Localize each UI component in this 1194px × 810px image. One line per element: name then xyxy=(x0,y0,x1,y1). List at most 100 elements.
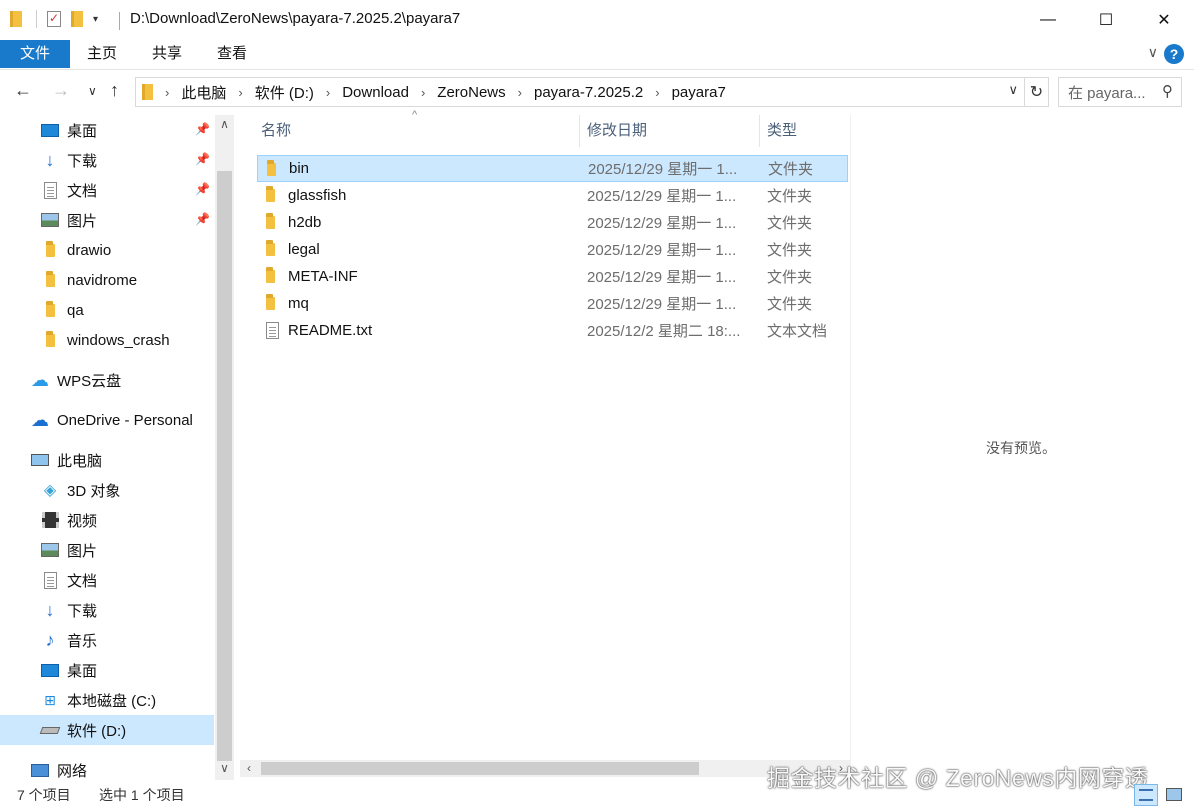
file-name: bin xyxy=(289,160,310,177)
horizontal-scrollbar-thumb[interactable] xyxy=(261,762,699,775)
breadcrumb-zeronews[interactable]: ZeroNews xyxy=(437,84,505,101)
back-arrow-icon[interactable]: ← xyxy=(14,80,32,101)
sidebar-item-drawio[interactable]: drawio xyxy=(0,235,214,265)
large-icons-view-button[interactable] xyxy=(1162,784,1186,806)
file-name: legal xyxy=(288,241,320,258)
sidebar-item-qa[interactable]: qa xyxy=(0,295,214,325)
column-header-date[interactable]: 修改日期 xyxy=(587,115,647,147)
sidebar-item-label: 音乐 xyxy=(67,632,98,650)
search-placeholder: 在 payara... xyxy=(1068,84,1146,102)
folder-icon xyxy=(266,186,275,206)
scroll-up-icon[interactable]: ∧ xyxy=(215,117,234,131)
minimize-button[interactable]: — xyxy=(1019,0,1077,40)
address-bar[interactable]: › 此电脑 › 软件 (D:) › Download › ZeroNews › payar… xyxy=(135,77,1025,107)
refresh-icon[interactable]: ↻ xyxy=(1025,77,1049,107)
sidebar-item-label: 图片 xyxy=(67,542,98,560)
breadcrumb-chevron-icon[interactable]: › xyxy=(421,85,425,100)
sidebar-item-label: 本地磁盘 (C:) xyxy=(67,692,157,710)
desktop-icon xyxy=(40,121,60,139)
tab-home[interactable]: 主页 xyxy=(74,40,130,68)
breadcrumb-drive-d[interactable]: 软件 (D:) xyxy=(255,82,314,103)
sidebar-item-desktop[interactable]: 桌面 📌 xyxy=(0,115,214,145)
pin-icon: 📌 xyxy=(195,122,210,136)
up-arrow-icon[interactable]: ↑ xyxy=(110,80,119,101)
sidebar-item-drive-d[interactable]: 软件 (D:) xyxy=(0,715,214,745)
computer-icon xyxy=(30,451,50,469)
new-folder-icon[interactable] xyxy=(71,11,83,27)
file-name: META-INF xyxy=(288,268,358,285)
help-icon[interactable]: ? xyxy=(1164,44,1184,64)
sidebar-item-wps-cloud[interactable]: ☁ WPS云盘 xyxy=(0,365,214,395)
maximize-button[interactable]: ☐ xyxy=(1077,0,1135,40)
file-row[interactable]: README.txt 2025/12/2 星期二 18:... 文本文档 xyxy=(257,317,848,344)
sidebar-item-this-pc[interactable]: 此电脑 xyxy=(0,445,214,475)
file-row[interactable]: glassfish 2025/12/29 星期一 1... 文件夹 xyxy=(257,182,848,209)
scroll-down-icon[interactable]: ∨ xyxy=(215,761,234,775)
sidebar-item-onedrive[interactable]: ☁ OneDrive - Personal xyxy=(0,405,214,435)
breadcrumb-chevron-icon[interactable]: › xyxy=(655,85,659,100)
sidebar-item-music[interactable]: ♪ 音乐 xyxy=(0,625,214,655)
column-divider[interactable] xyxy=(579,115,580,147)
properties-icon[interactable]: ✓ xyxy=(47,11,61,27)
sidebar-item-downloads[interactable]: ↓ 下载 📌 xyxy=(0,145,214,175)
close-button[interactable]: ✕ xyxy=(1135,0,1193,40)
breadcrumb-chevron-icon[interactable]: › xyxy=(518,85,522,100)
details-view-button[interactable] xyxy=(1134,784,1158,806)
title-sep-1 xyxy=(36,10,37,28)
sidebar-item-drive-c[interactable]: ⊞ 本地磁盘 (C:) xyxy=(0,685,214,715)
file-type: 文件夹 xyxy=(767,188,813,205)
sidebar-item-downloads-pc[interactable]: ↓ 下载 xyxy=(0,595,214,625)
download-icon: ↓ xyxy=(45,599,55,620)
sidebar-item-label: 桌面 xyxy=(67,122,98,140)
column-divider[interactable] xyxy=(759,115,760,147)
sidebar-item-label: 图片 xyxy=(67,212,98,230)
recent-locations-chevron-icon[interactable]: ∨ xyxy=(88,84,97,98)
horizontal-scrollbar[interactable]: ‹ › xyxy=(240,760,850,777)
breadcrumb-download[interactable]: Download xyxy=(342,84,409,101)
drive-c-icon: ⊞ xyxy=(44,691,56,708)
file-row[interactable]: h2db 2025/12/29 星期一 1... 文件夹 xyxy=(257,209,848,236)
sidebar-item-pictures[interactable]: 图片 📌 xyxy=(0,205,214,235)
sidebar-item-label: navidrome xyxy=(67,271,138,289)
sidebar-item-desktop-pc[interactable]: 桌面 xyxy=(0,655,214,685)
video-icon xyxy=(40,511,60,529)
search-icon[interactable]: ⚲ xyxy=(1162,82,1173,100)
no-preview-text: 没有预览。 xyxy=(986,440,1056,456)
tab-file[interactable]: 文件 xyxy=(0,40,70,68)
sidebar-item-navidrome[interactable]: navidrome xyxy=(0,265,214,295)
file-row[interactable]: legal 2025/12/29 星期一 1... 文件夹 xyxy=(257,236,848,263)
address-dropdown-chevron-icon[interactable]: ∨ xyxy=(1008,82,1018,98)
sidebar-scrollbar-thumb[interactable] xyxy=(217,171,232,761)
text-file-icon xyxy=(266,322,279,345)
scroll-left-icon[interactable]: ‹ xyxy=(240,760,258,777)
breadcrumb-this-pc[interactable]: 此电脑 xyxy=(181,82,226,103)
forward-arrow-icon[interactable]: → xyxy=(52,80,70,101)
tab-view[interactable]: 查看 xyxy=(204,40,260,68)
tab-share[interactable]: 共享 xyxy=(139,40,195,68)
sidebar-item-3d-objects[interactable]: ◈ 3D 对象 xyxy=(0,475,214,505)
sidebar-item-documents[interactable]: 文档 📌 xyxy=(0,175,214,205)
expand-ribbon-chevron-icon[interactable]: ∨ xyxy=(1148,44,1158,61)
ribbon-tabs: 文件 主页 共享 查看 ∨ ? xyxy=(0,40,1194,70)
file-row[interactable]: mq 2025/12/29 星期一 1... 文件夹 xyxy=(257,290,848,317)
breadcrumb-payara7[interactable]: payara7 xyxy=(672,84,726,101)
breadcrumb-payara-version[interactable]: payara-7.2025.2 xyxy=(534,84,643,101)
title-bar: ✓ ▾ D:\Download\ZeroNews\payara-7.2025.2… xyxy=(0,0,1194,40)
column-header-type[interactable]: 类型 xyxy=(767,115,797,147)
file-type: 文件夹 xyxy=(767,269,813,286)
sidebar-item-label: 文档 xyxy=(67,572,98,590)
sidebar-item-documents-pc[interactable]: 文档 xyxy=(0,565,214,595)
sidebar-item-videos[interactable]: 视频 xyxy=(0,505,214,535)
breadcrumb-chevron-icon[interactable]: › xyxy=(326,85,330,100)
sidebar-item-pictures-pc[interactable]: 图片 xyxy=(0,535,214,565)
file-row[interactable]: bin 2025/12/29 星期一 1... 文件夹 xyxy=(257,155,848,182)
breadcrumb-chevron-icon[interactable]: › xyxy=(238,85,242,100)
column-header-name[interactable]: 名称 xyxy=(261,115,291,147)
sidebar-scrollbar[interactable]: ∧ ∨ xyxy=(215,115,234,780)
search-input[interactable]: 在 payara... ⚲ xyxy=(1058,77,1182,107)
sidebar-item-windows-crash[interactable]: windows_crash xyxy=(0,325,214,355)
file-row[interactable]: META-INF 2025/12/29 星期一 1... 文件夹 xyxy=(257,263,848,290)
breadcrumb-chevron-icon[interactable]: › xyxy=(165,85,169,100)
customize-toolbar-icon[interactable]: ▾ xyxy=(93,14,98,25)
window-title: D:\Download\ZeroNews\payara-7.2025.2\pay… xyxy=(130,10,461,27)
